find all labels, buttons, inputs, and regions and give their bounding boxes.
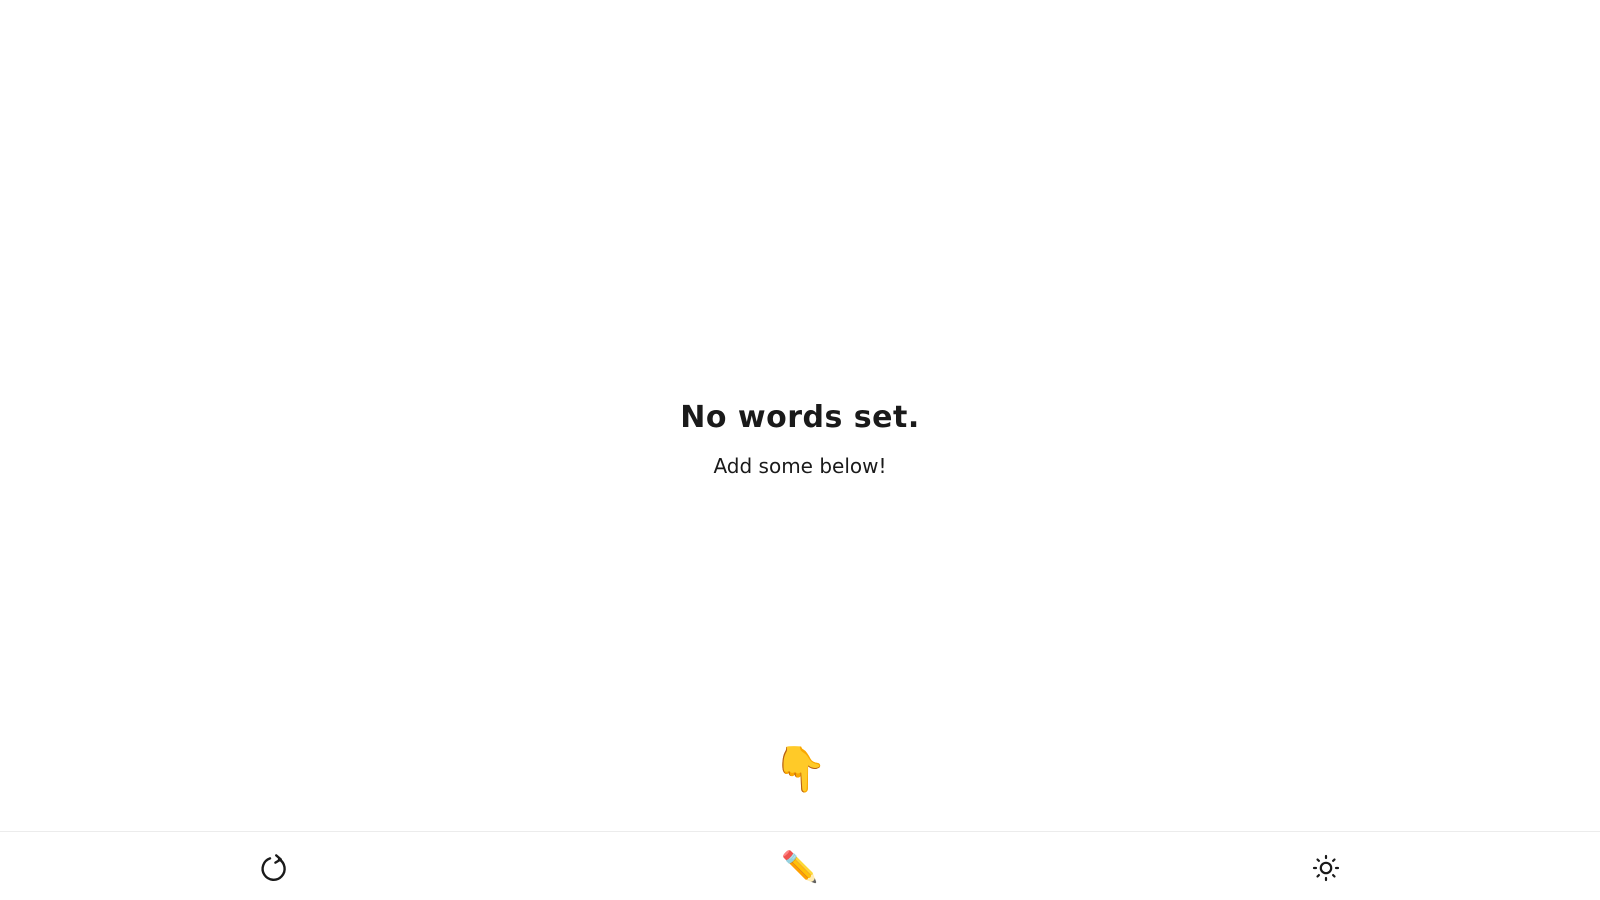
reload-icon [261,854,286,881]
empty-state: No words set. Add some below! [0,400,1600,478]
app-root: No words set. Add some below! 👇 ✏️ [0,0,1600,900]
empty-state-title: No words set. [680,400,920,435]
edit-words-button[interactable]: ✏️ [780,850,820,886]
pencil-icon: ✏️ [781,851,819,884]
pointing-down-icon: 👇 [772,744,828,795]
sun-icon [1312,854,1340,882]
empty-state-subtitle: Add some below! [713,454,887,478]
theme-toggle-button[interactable] [1306,850,1346,886]
reset-button[interactable] [254,850,294,886]
bottom-toolbar: ✏️ [0,831,1600,900]
